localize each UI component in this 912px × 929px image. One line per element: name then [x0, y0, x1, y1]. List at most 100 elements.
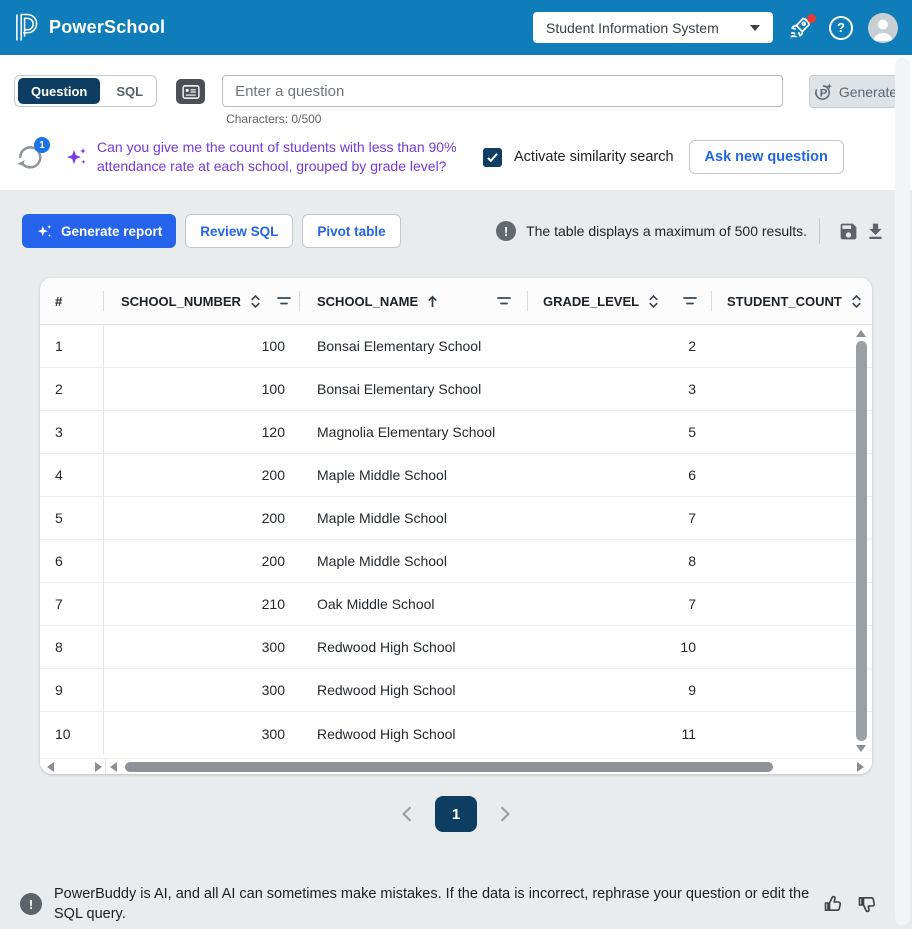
- pivot-table-button[interactable]: Pivot table: [302, 214, 400, 248]
- index-column-scrollbar[interactable]: [44, 759, 106, 774]
- input-mode-toggle: Question SQL: [14, 75, 157, 107]
- pagination: 1: [0, 796, 912, 832]
- vertical-scrollbar-thumb[interactable]: [856, 341, 867, 741]
- sort-icon[interactable]: [849, 294, 864, 309]
- disclaimer-footer: ! PowerBuddy is AI, and all AI can somet…: [0, 872, 912, 929]
- current-page-button[interactable]: 1: [435, 796, 477, 832]
- column-header-index: #: [40, 278, 104, 324]
- cell-row-number: 5: [40, 497, 104, 539]
- cell-grade-level: 5: [528, 411, 712, 453]
- scroll-up-arrow[interactable]: [856, 330, 866, 337]
- cell-student-count: [712, 497, 872, 539]
- cell-school-name: Redwood High School: [300, 712, 528, 755]
- thumbs-down-button[interactable]: [856, 893, 878, 915]
- scroll-left-arrow[interactable]: [47, 762, 54, 772]
- cell-student-count: [712, 540, 872, 582]
- cell-school-name: Redwood High School: [300, 626, 528, 668]
- results-table-card: # SCHOOL_NUMBER SCHOOL_NAME: [40, 278, 872, 774]
- tab-question[interactable]: Question: [18, 78, 100, 104]
- question-input[interactable]: [222, 75, 783, 107]
- disclaimer-text: PowerBuddy is AI, and all AI can sometim…: [54, 884, 822, 924]
- cell-row-number: 1: [40, 325, 104, 367]
- cell-school-name: Maple Middle School: [300, 497, 528, 539]
- table-row: 6 200 Maple Middle School 8: [40, 540, 872, 583]
- user-avatar[interactable]: [868, 13, 898, 43]
- cell-grade-level: 3: [528, 368, 712, 410]
- cell-school-name: Maple Middle School: [300, 454, 528, 496]
- column-header-student-count: STUDENT_COUNT: [712, 278, 872, 324]
- cell-row-number: 4: [40, 454, 104, 496]
- column-header-grade-level: GRADE_LEVEL: [528, 278, 712, 324]
- cell-school-number: 100: [104, 325, 300, 367]
- filter-icon[interactable]: [496, 295, 512, 307]
- horizontal-scrollbar-thumb[interactable]: [125, 762, 773, 772]
- page-scrollbar[interactable]: [895, 58, 910, 925]
- cell-row-number: 8: [40, 626, 104, 668]
- cell-school-number: 200: [104, 454, 300, 496]
- table-row: 3 120 Magnolia Elementary School 5: [40, 411, 872, 454]
- announcements-button[interactable]: [788, 15, 814, 41]
- results-section: Generate report Review SQL Pivot table !…: [0, 190, 912, 929]
- sort-icon[interactable]: [646, 294, 661, 309]
- generate-button[interactable]: P Generate: [809, 75, 902, 108]
- character-counter: Characters: 0/500: [226, 112, 783, 126]
- previous-question-text[interactable]: Can you give me the count of students wi…: [97, 138, 471, 176]
- cell-row-number: 6: [40, 540, 104, 582]
- history-count-badge: 1: [34, 137, 50, 153]
- cell-school-name: Magnolia Elementary School: [300, 411, 528, 453]
- thumbs-up-icon: [822, 893, 844, 915]
- generate-report-label: Generate report: [61, 224, 162, 239]
- vertical-scrollbar[interactable]: [854, 330, 868, 752]
- table-row: 7 210 Oak Middle School 7: [40, 583, 872, 626]
- save-icon: [838, 221, 859, 242]
- cell-grade-level: 11: [528, 712, 712, 755]
- table-row: 5 200 Maple Middle School 7: [40, 497, 872, 540]
- cell-school-number: 100: [104, 368, 300, 410]
- cell-school-name: Maple Middle School: [300, 540, 528, 582]
- powerbuddy-icon: P: [814, 82, 833, 101]
- cell-student-count: [712, 712, 872, 755]
- scroll-left-arrow[interactable]: [110, 762, 117, 772]
- generate-label: Generate: [839, 84, 897, 100]
- save-report-button[interactable]: [838, 221, 859, 242]
- review-sql-button[interactable]: Review SQL: [185, 214, 293, 248]
- cell-student-count: [712, 454, 872, 496]
- previous-page-button[interactable]: [397, 804, 417, 824]
- thumbs-up-button[interactable]: [822, 893, 844, 915]
- download-button[interactable]: [865, 221, 886, 242]
- table-row: 8 300 Redwood High School 10: [40, 626, 872, 669]
- table-row: 9 300 Redwood High School 9: [40, 669, 872, 712]
- horizontal-scrollbar[interactable]: [106, 759, 868, 774]
- powerschool-logo-icon: [14, 13, 39, 42]
- tab-sql[interactable]: SQL: [103, 76, 156, 106]
- max-results-note: The table displays a maximum of 500 resu…: [526, 223, 807, 239]
- scroll-down-arrow[interactable]: [856, 745, 866, 752]
- horizontal-scrollbar-row: [40, 758, 872, 774]
- scroll-right-arrow[interactable]: [95, 762, 102, 772]
- question-history-button[interactable]: 1: [14, 141, 46, 173]
- sort-ascending-icon[interactable]: [425, 294, 440, 309]
- filter-icon[interactable]: [276, 295, 292, 307]
- filter-icon[interactable]: [682, 295, 698, 307]
- generate-report-button[interactable]: Generate report: [22, 214, 176, 248]
- sample-questions-button[interactable]: [176, 79, 205, 104]
- cell-school-name: Bonsai Elementary School: [300, 325, 528, 367]
- cell-student-count: [712, 368, 872, 410]
- brand-title: PowerSchool: [49, 17, 165, 38]
- column-header-school-number: SCHOOL_NUMBER: [104, 278, 300, 324]
- table-row: 1 100 Bonsai Elementary School 2: [40, 325, 872, 368]
- help-button[interactable]: ?: [829, 16, 853, 40]
- cell-grade-level: 9: [528, 669, 712, 711]
- cell-student-count: [712, 411, 872, 453]
- sparkle-icon: [36, 223, 53, 240]
- ask-new-question-button[interactable]: Ask new question: [689, 140, 844, 174]
- table-row: 4 200 Maple Middle School 6: [40, 454, 872, 497]
- similarity-search-checkbox[interactable]: [483, 148, 502, 167]
- app-selector-dropdown[interactable]: Student Information System: [533, 12, 773, 43]
- cell-row-number: 3: [40, 411, 104, 453]
- sort-icon[interactable]: [248, 294, 263, 309]
- scroll-right-arrow[interactable]: [857, 762, 864, 772]
- next-page-button[interactable]: [495, 804, 515, 824]
- query-section: Question SQL Characters: 0/500 P: [0, 55, 912, 190]
- cell-row-number: 9: [40, 669, 104, 711]
